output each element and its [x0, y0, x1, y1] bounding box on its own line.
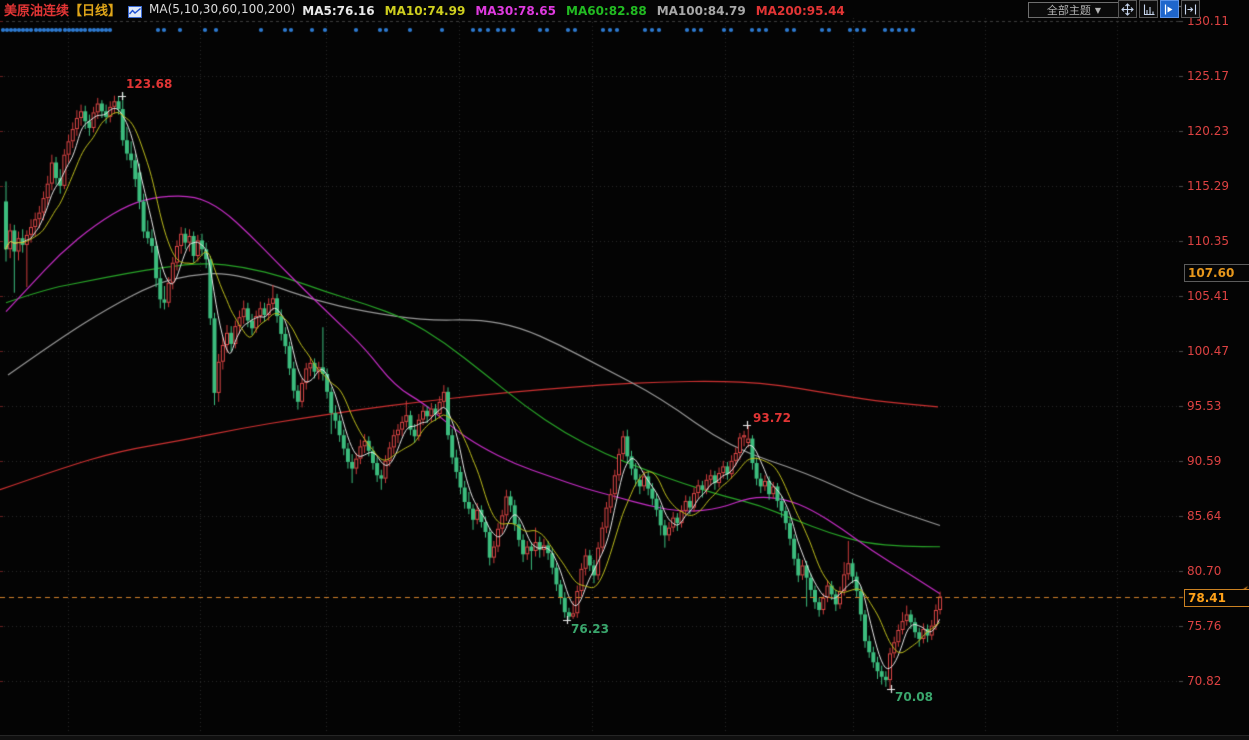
symbol-title: 美原油连续【日线】	[4, 0, 121, 19]
line-chart-icon	[128, 3, 142, 15]
auto-scroll-icon[interactable]	[1160, 0, 1179, 18]
chart-application-window: 美原油连续【日线】 MA(5,10,30,60,100,200) MA5:76.…	[0, 0, 1249, 740]
ma-values-row: MA5:76.16 MA10:74.99 MA30:78.65 MA60:82.88 M…	[302, 0, 855, 19]
chevron-down-icon: ▼	[1095, 6, 1101, 15]
axis-scale-icon[interactable]	[1139, 0, 1158, 18]
y-axis-label: 100.47	[1187, 344, 1229, 358]
y-axis-label: 125.17	[1187, 69, 1229, 83]
chart-toolbar	[1118, 0, 1200, 18]
y-axis-label: 105.41	[1187, 289, 1229, 303]
move-icon[interactable]	[1118, 0, 1137, 18]
ma-params-label: MA(5,10,30,60,100,200)	[149, 2, 295, 16]
swing-low-label: 70.08	[895, 690, 933, 704]
themes-dropdown[interactable]: 全部主题 ▼	[1028, 2, 1120, 18]
y-axis-label: 90.59	[1187, 454, 1221, 468]
y-axis-label: 110.35	[1187, 234, 1229, 248]
ma-value-5: MA200:95.44	[756, 4, 845, 18]
candlestick-chart-canvas[interactable]	[0, 0, 1249, 740]
symbol-name: 美原油连续	[4, 4, 69, 19]
chart-bottom-frame	[0, 735, 1249, 740]
price-marker-label: 107.60	[1184, 264, 1249, 282]
y-axis-label: 70.82	[1187, 674, 1221, 688]
ma-value-4: MA100:84.79	[657, 4, 746, 18]
ma-value-3: MA60:82.88	[566, 4, 647, 18]
swing-high-label: 93.72	[753, 411, 791, 425]
y-axis-label: 75.76	[1187, 619, 1221, 633]
current-price-label: 78.41	[1184, 589, 1249, 607]
ma-value-0: MA5:76.16	[302, 4, 374, 18]
y-axis-label: 95.53	[1187, 399, 1221, 413]
y-axis-label: 115.29	[1187, 179, 1229, 193]
themes-dropdown-label: 全部主题	[1047, 2, 1091, 18]
y-axis-label: 80.70	[1187, 564, 1221, 578]
shift-right-icon[interactable]	[1181, 0, 1200, 18]
ma-value-2: MA30:78.65	[475, 4, 556, 18]
ma-value-1: MA10:74.99	[385, 4, 466, 18]
swing-high-label: 123.68	[126, 77, 172, 91]
y-axis-label: 85.64	[1187, 509, 1221, 523]
swing-low-label: 76.23	[571, 622, 609, 636]
chart-header: 美原油连续【日线】 MA(5,10,30,60,100,200) MA5:76.…	[4, 0, 855, 18]
y-axis-label: 120.23	[1187, 124, 1229, 138]
period-label: 【日线】	[69, 4, 121, 19]
